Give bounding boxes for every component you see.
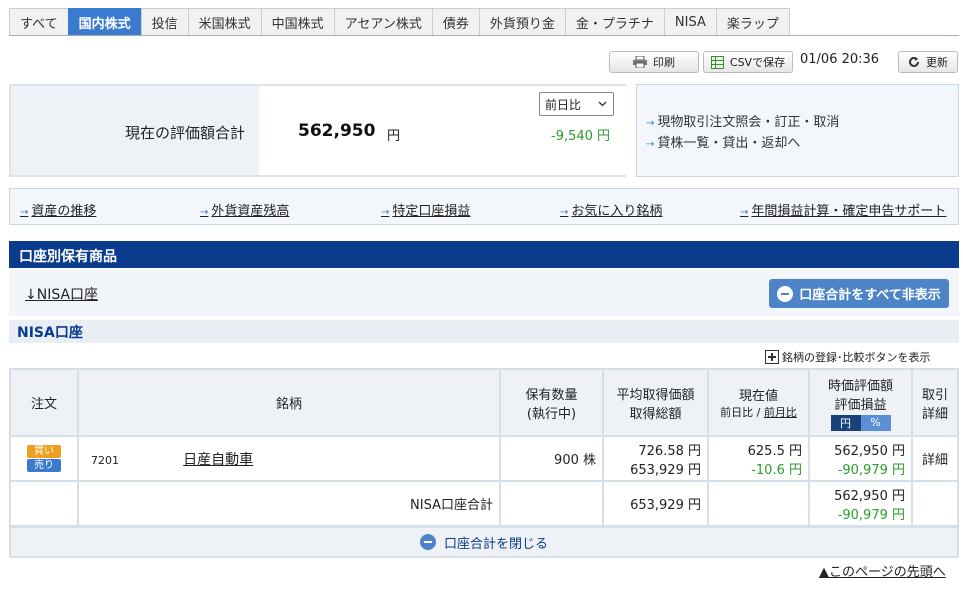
arrow-right-icon: → [20,207,29,218]
total-row: NISA口座合計 653,929 円 562,950 円 -90,979 円 [9,480,959,527]
market-value: 562,950 円 [834,443,905,459]
total-pl: -90,979 円 [837,507,905,523]
stock-name-link[interactable]: 日産自動車 [183,452,253,468]
arrow-right-icon: → [560,207,569,218]
section-title: 口座別保有商品 [9,241,959,268]
stock-lending-link[interactable]: → 貸株一覧・貸出・返却へ [646,132,800,151]
total-value: 562,950 円 [834,488,905,504]
total-valuation-label: 現在の評価額合計 [125,124,246,142]
print-button[interactable]: 印刷 [609,51,699,73]
stock-code: 7201 [91,453,119,467]
order-inquiry-link[interactable]: → 現物取引注文照会・訂正・取消 [646,111,839,130]
nav-tax-support[interactable]: → 年間損益計算・確定申告サポート [740,200,946,219]
col-market-value: 時価評価額 評価損益 円 % [808,368,913,437]
refresh-button[interactable]: 更新 [898,51,958,73]
buy-button[interactable]: 買い [27,445,61,458]
total-label: NISA口座合計 [77,480,501,527]
arrow-right-icon: → [646,118,655,129]
total-valuation-value: 562,950 [298,121,376,141]
table-header-row: 注文 銘柄 保有数量 (執行中) 平均取得価額 取得総額 現在値 前日比 / 前… [9,368,959,437]
refresh-label: 更新 [926,56,948,69]
printer-icon [633,56,647,68]
sort-prev-day: 前日比 [720,406,754,419]
col-current-price: 現在値 前日比 / 前月比 [707,368,810,437]
comparison-select[interactable]: 前日比 [539,92,614,116]
tab-bonds[interactable]: 債券 [431,8,480,35]
tabs-divider [9,35,959,36]
nav-favorites[interactable]: → お気に入り銘柄 [560,200,662,219]
tab-all[interactable]: すべて [9,8,69,35]
total-valuation-unit: 円 [387,129,401,144]
refresh-icon [909,56,919,67]
page-top-link[interactable]: ▲このページの先頭へ [819,561,946,580]
account-jump-row: ↓NISA口座 口座合計をすべて非表示 [9,270,959,316]
update-timestamp: 01/06 20:36 [800,52,880,67]
tab-asean-stocks[interactable]: アセアン株式 [333,8,433,35]
col-order: 注文 [9,368,79,437]
arrow-right-icon: → [646,139,655,150]
holding-quantity: 900 株 [499,435,604,482]
unit-toggle: 円 % [830,414,891,431]
total-acquisition-cost: 653,929 円 [630,462,701,478]
total-cost: 653,929 円 [602,480,709,527]
chevron-down-icon [598,101,607,107]
arrow-down-icon: ↓ [25,287,37,303]
tab-china-stocks[interactable]: 中国株式 [260,8,335,35]
minus-circle-icon [777,285,794,302]
arrow-right-icon: → [200,207,209,218]
nav-fx-assets[interactable]: → 外貨資産残高 [200,200,289,219]
account-heading: NISA口座 [9,320,959,343]
quick-links-panel: → 現物取引注文照会・訂正・取消 → 貸株一覧・貸出・返却へ [636,84,959,177]
csv-label: CSVで保存 [729,56,786,69]
tab-fx-deposits[interactable]: 外貨預り金 [478,8,566,35]
hide-all-totals-button[interactable]: 口座合計をすべて非表示 [769,279,949,308]
comparison-select-value: 前日比 [545,97,582,112]
plus-icon [765,350,779,364]
avg-acquisition-price: 726.58 円 [638,443,701,459]
spreadsheet-icon [710,55,724,69]
col-name: 銘柄 [77,368,501,437]
col-quantity: 保有数量 (執行中) [499,368,604,437]
current-price: 625.5 円 [747,443,802,459]
close-totals-button[interactable]: 口座合計を閉じる [9,526,959,558]
col-detail: 取引 詳細 [911,368,959,437]
valuation-change: -9,540 円 [551,129,611,144]
sell-button[interactable]: 売り [27,459,61,472]
table-row: 買い 売り 7201 日産自動車 900 株 726.58 円 653,929 … [9,435,959,482]
nav-asset-history[interactable]: → 資産の推移 [20,200,96,219]
arrow-right-icon: → [381,207,390,218]
tab-domestic-stocks[interactable]: 国内株式 [67,8,142,35]
unit-yen-button[interactable]: 円 [830,414,861,431]
tab-nisa[interactable]: NISA [663,8,717,35]
arrow-right-icon: → [740,207,749,218]
nav-specific-account-pl[interactable]: → 特定口座損益 [381,200,470,219]
print-label: 印刷 [653,56,675,69]
tab-gold-platinum[interactable]: 金・プラチナ [564,8,665,35]
tab-us-stocks[interactable]: 米国株式 [187,8,262,35]
tab-rakuwrap[interactable]: 楽ラップ [715,8,790,35]
detail-link[interactable]: 詳細 [911,435,959,482]
nisa-account-link[interactable]: ↓NISA口座 [25,284,98,304]
price-change: -10.6 円 [751,462,802,478]
col-avg-price: 平均取得価額 取得総額 [602,368,709,437]
show-register-buttons-link[interactable]: 銘柄の登録･比較ボタンを表示 [765,349,931,365]
product-tabs: すべて 国内株式 投信 米国株式 中国株式 アセアン株式 債券 外貨預り金 金・… [9,8,790,35]
valuation-summary: 現在の評価額合計 562,950 円 前日比 -9,540 円 [9,84,626,177]
tab-funds[interactable]: 投信 [140,8,189,35]
minus-circle-icon [419,534,436,550]
sort-prev-month-link[interactable]: 前月比 [764,406,797,419]
unrealized-pl: -90,979 円 [837,462,905,478]
holdings-table: 注文 銘柄 保有数量 (執行中) 平均取得価額 取得総額 現在値 前日比 / 前… [9,368,959,527]
unit-percent-button[interactable]: % [860,414,891,431]
csv-save-button[interactable]: CSVで保存 [703,51,793,73]
asset-nav-bar: → 資産の推移 → 外貨資産残高 → 特定口座損益 → お気に入り銘柄 → 年間損益計算・… [9,188,959,225]
